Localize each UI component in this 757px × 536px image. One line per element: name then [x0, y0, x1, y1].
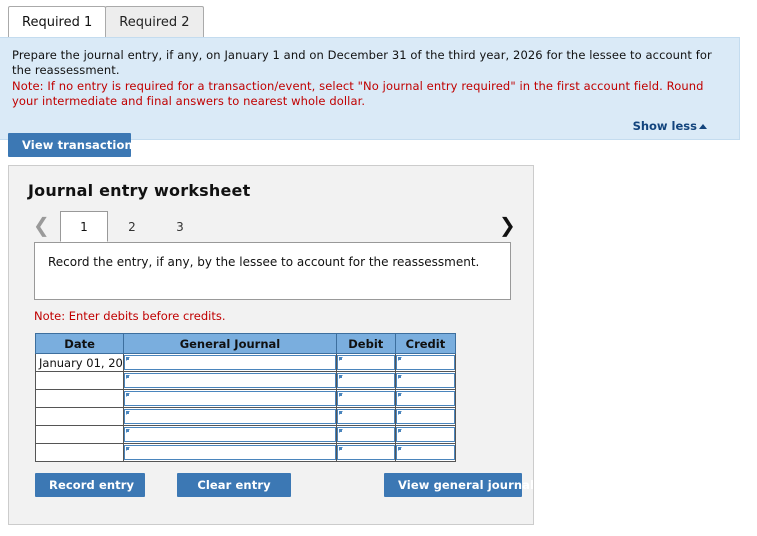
debit-cell[interactable]: [335, 353, 396, 372]
date-value: [36, 428, 123, 442]
tab-required-2[interactable]: Required 2: [105, 6, 204, 37]
account-select[interactable]: [124, 445, 336, 460]
general-journal-cell[interactable]: [123, 353, 337, 372]
table-row: [34, 371, 457, 390]
journal-entry-worksheet-panel: Journal entry worksheet ❮ 1 2 3 ❯ Record…: [8, 165, 534, 525]
column-header-date: Date: [34, 333, 125, 354]
credit-input[interactable]: [395, 373, 455, 388]
worksheet-page-3[interactable]: 3: [156, 211, 204, 242]
tab-required-2-label: Required 2: [119, 15, 190, 30]
date-cell[interactable]: [34, 389, 125, 408]
worksheet-page-1[interactable]: 1: [60, 211, 108, 242]
debit-input[interactable]: [336, 409, 395, 424]
general-journal-cell[interactable]: [123, 389, 337, 408]
table-row: [34, 407, 457, 426]
column-header-credit: Credit: [394, 333, 457, 354]
journal-entry-table: Date General Journal Debit Credit Januar…: [34, 333, 457, 462]
date-value: [36, 392, 123, 406]
date-cell[interactable]: [34, 443, 125, 462]
debit-input[interactable]: [336, 355, 395, 370]
worksheet-page-tabs: 1 2 3: [60, 211, 204, 242]
debit-input[interactable]: [336, 445, 395, 460]
required-tab-bar: Required 1 Required 2: [0, 0, 204, 37]
credit-cell[interactable]: [394, 371, 457, 390]
debit-input[interactable]: [336, 373, 395, 388]
debit-input[interactable]: [336, 391, 395, 406]
record-entry-button[interactable]: Record entry: [35, 473, 145, 497]
view-general-journal-label: View general journal: [398, 478, 535, 492]
table-row: January 01, 2026: [34, 353, 457, 372]
instruction-banner: Prepare the journal entry, if any, on Ja…: [0, 37, 740, 140]
clear-entry-button[interactable]: Clear entry: [177, 473, 291, 497]
date-cell[interactable]: [34, 425, 125, 444]
record-entry-label: Record entry: [49, 478, 135, 492]
enter-debits-note: Note: Enter debits before credits.: [34, 309, 226, 323]
date-value: January 01, 2026: [39, 355, 123, 370]
debit-cell[interactable]: [335, 389, 396, 408]
chevron-right-icon[interactable]: ❯: [499, 213, 516, 237]
view-transaction-list-button[interactable]: View transaction list: [8, 133, 157, 157]
general-journal-cell[interactable]: [123, 371, 337, 390]
view-general-journal-button[interactable]: View general journal: [384, 473, 534, 497]
credit-input[interactable]: [395, 355, 455, 370]
worksheet-action-buttons: Record entry Clear entry View general jo…: [35, 473, 534, 499]
column-header-general-journal: General Journal: [123, 333, 337, 354]
view-transaction-list-label: View transaction list: [22, 138, 158, 152]
credit-cell[interactable]: [394, 389, 457, 408]
worksheet-prompt-box: Record the entry, if any, by the lessee …: [34, 242, 511, 300]
date-value: [36, 410, 123, 424]
credit-cell[interactable]: [394, 353, 457, 372]
account-select[interactable]: [124, 391, 336, 406]
date-cell[interactable]: [34, 407, 125, 426]
table-header-row: Date General Journal Debit Credit: [34, 333, 457, 354]
credit-input[interactable]: [395, 445, 455, 460]
credit-cell[interactable]: [394, 425, 457, 444]
account-select[interactable]: [124, 409, 336, 424]
debit-input[interactable]: [336, 427, 395, 442]
chevron-left-icon[interactable]: ❮: [33, 213, 50, 237]
chevron-up-icon: [699, 124, 707, 129]
table-row: [34, 443, 457, 462]
debit-cell[interactable]: [335, 407, 396, 426]
date-value: [36, 374, 123, 388]
debit-cell[interactable]: [335, 443, 396, 462]
credit-input[interactable]: [395, 409, 455, 424]
account-select[interactable]: [124, 355, 336, 370]
account-select[interactable]: [124, 427, 336, 442]
tab-required-1-label: Required 1: [22, 15, 93, 30]
clear-entry-label: Clear entry: [197, 478, 271, 492]
date-cell[interactable]: [34, 371, 125, 390]
credit-input[interactable]: [395, 391, 455, 406]
table-row: [34, 389, 457, 408]
table-row: [34, 425, 457, 444]
account-select[interactable]: [124, 373, 336, 388]
credit-cell[interactable]: [394, 443, 457, 462]
date-value: [36, 446, 123, 460]
show-less-label: Show less: [632, 119, 697, 133]
instruction-note-text: Note: If no entry is required for a tran…: [12, 79, 704, 108]
tab-required-1[interactable]: Required 1: [8, 6, 107, 37]
date-cell[interactable]: January 01, 2026: [34, 353, 125, 372]
debit-cell[interactable]: [335, 371, 396, 390]
worksheet-pager: ❮ 1 2 3 ❯: [9, 211, 533, 242]
credit-input[interactable]: [395, 427, 455, 442]
worksheet-prompt-text: Record the entry, if any, by the lessee …: [48, 255, 480, 269]
worksheet-page-2[interactable]: 2: [108, 211, 156, 242]
general-journal-cell[interactable]: [123, 425, 337, 444]
show-less-toggle[interactable]: Show less: [633, 119, 707, 133]
general-journal-cell[interactable]: [123, 407, 337, 426]
column-header-debit: Debit: [335, 333, 396, 354]
show-less-row: Show less: [12, 119, 725, 133]
instruction-text: Prepare the journal entry, if any, on Ja…: [12, 48, 712, 77]
debit-cell[interactable]: [335, 425, 396, 444]
worksheet-title: Journal entry worksheet: [28, 181, 251, 200]
general-journal-cell[interactable]: [123, 443, 337, 462]
credit-cell[interactable]: [394, 407, 457, 426]
